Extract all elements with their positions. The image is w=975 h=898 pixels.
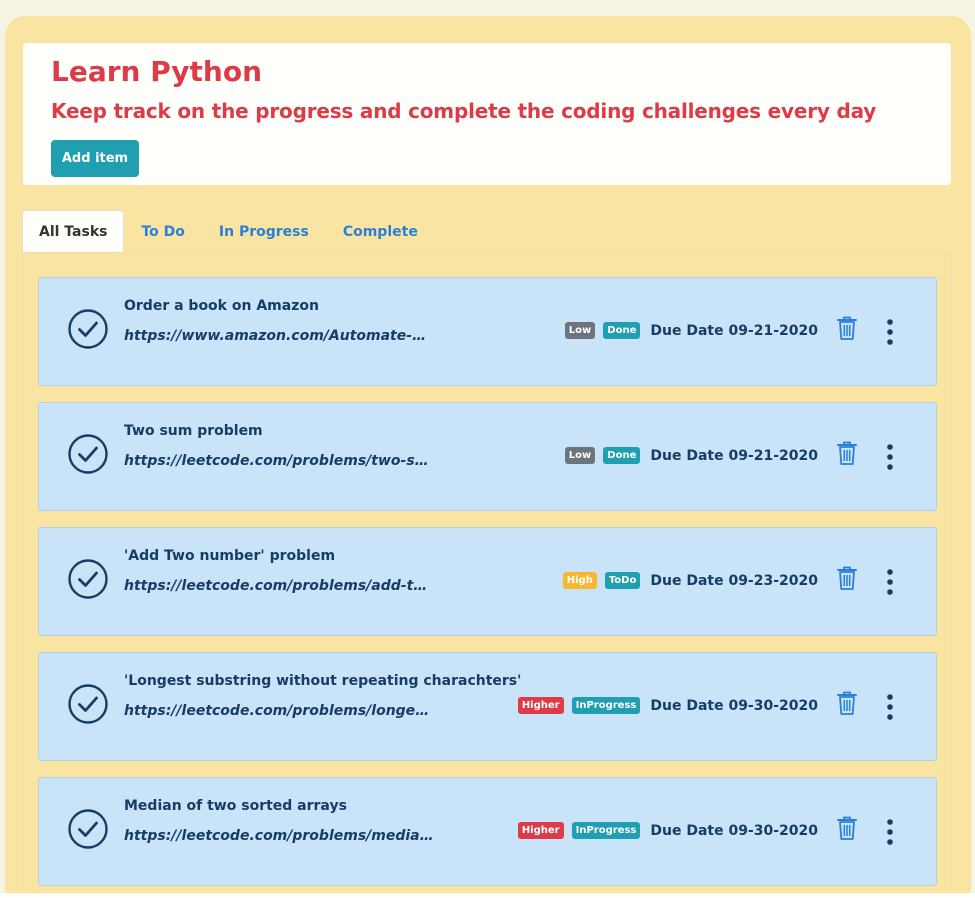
task-link[interactable]: https://www.amazon.com/Automate-Boring-S… xyxy=(124,328,434,344)
priority-badge: High xyxy=(562,572,597,589)
trash-icon[interactable] xyxy=(836,815,858,841)
bottom-edge xyxy=(0,893,975,898)
tab-panel: Order a book on Amazon https://www.amazo… xyxy=(22,252,951,898)
task-meta: Higher InProgress Due Date 09-30-2020 xyxy=(517,697,818,714)
more-vertical-icon[interactable] xyxy=(881,692,899,722)
trash-icon[interactable] xyxy=(836,565,858,591)
due-date: Due Date 09-21-2020 xyxy=(650,447,818,464)
due-date: Due Date 09-30-2020 xyxy=(650,697,818,714)
due-date: Due Date 09-23-2020 xyxy=(650,572,818,589)
tab-in-progress[interactable]: In Progress xyxy=(202,210,326,253)
task-meta: Low Done Due Date 09-21-2020 xyxy=(564,447,818,464)
task-link[interactable]: https://leetcode.com/problems/longest-su… xyxy=(124,703,434,719)
check-circle-icon[interactable] xyxy=(67,433,109,475)
due-date: Due Date 09-30-2020 xyxy=(650,822,818,839)
tab-all-tasks[interactable]: All Tasks xyxy=(22,210,125,253)
status-badge: InProgress xyxy=(571,822,641,839)
task-link[interactable]: https://leetcode.com/problems/median-of-… xyxy=(124,828,434,844)
task-card: Order a book on Amazon https://www.amazo… xyxy=(38,277,937,386)
trash-icon[interactable] xyxy=(836,440,858,466)
task-filter-tabs: All Tasks To Do In Progress Complete xyxy=(22,210,435,253)
more-vertical-icon[interactable] xyxy=(881,567,899,597)
task-title: 'Longest substring without repeating cha… xyxy=(124,673,522,689)
priority-badge: Low xyxy=(564,447,596,464)
task-meta: Higher InProgress Due Date 09-30-2020 xyxy=(517,822,818,839)
task-title: Median of two sorted arrays xyxy=(124,798,347,814)
due-date: Due Date 09-21-2020 xyxy=(650,322,818,339)
trash-icon[interactable] xyxy=(836,690,858,716)
tab-complete[interactable]: Complete xyxy=(326,210,435,253)
more-vertical-icon[interactable] xyxy=(881,442,899,472)
task-title: Order a book on Amazon xyxy=(124,298,319,314)
app-container: Learn Python Keep track on the progress … xyxy=(5,16,971,898)
priority-badge: Low xyxy=(564,322,596,339)
tab-to-do[interactable]: To Do xyxy=(124,210,201,253)
task-list: Order a book on Amazon https://www.amazo… xyxy=(38,277,937,898)
add-item-button[interactable]: Add item xyxy=(51,140,139,177)
task-link[interactable]: https://leetcode.com/problems/two-sum/ xyxy=(124,453,434,469)
check-circle-icon[interactable] xyxy=(67,308,109,350)
status-badge: Done xyxy=(603,447,641,464)
task-card: 'Longest substring without repeating cha… xyxy=(38,652,937,761)
page-title: Learn Python xyxy=(51,55,262,88)
check-circle-icon[interactable] xyxy=(67,683,109,725)
status-badge: ToDo xyxy=(604,572,641,589)
priority-badge: Higher xyxy=(517,697,564,714)
check-circle-icon[interactable] xyxy=(67,808,109,850)
task-meta: Low Done Due Date 09-21-2020 xyxy=(564,322,818,339)
task-meta: High ToDo Due Date 09-23-2020 xyxy=(562,572,818,589)
header-card: Learn Python Keep track on the progress … xyxy=(23,43,951,185)
task-title: Two sum problem xyxy=(124,423,263,439)
task-card: Two sum problem https://leetcode.com/pro… xyxy=(38,402,937,511)
more-vertical-icon[interactable] xyxy=(881,817,899,847)
status-badge: InProgress xyxy=(571,697,641,714)
page-subtitle: Keep track on the progress and complete … xyxy=(51,99,877,123)
priority-badge: Higher xyxy=(517,822,564,839)
task-card: 'Add Two number' problem https://leetcod… xyxy=(38,527,937,636)
status-badge: Done xyxy=(603,322,641,339)
more-vertical-icon[interactable] xyxy=(881,317,899,347)
task-card: Median of two sorted arrays https://leet… xyxy=(38,777,937,886)
check-circle-icon[interactable] xyxy=(67,558,109,600)
trash-icon[interactable] xyxy=(836,315,858,341)
task-link[interactable]: https://leetcode.com/problems/add-two-nu… xyxy=(124,578,434,594)
task-title: 'Add Two number' problem xyxy=(124,548,336,564)
